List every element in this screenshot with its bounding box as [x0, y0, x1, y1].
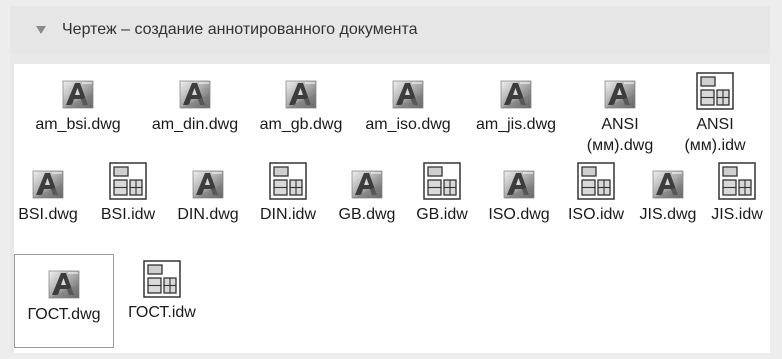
file-item-gb-dwg[interactable]: GB.dwg	[328, 168, 406, 225]
file-item-bsi-idw[interactable]: BSI.idw	[88, 162, 168, 225]
inventor-idw-icon	[718, 162, 756, 200]
file-label: am_jis.dwg	[475, 116, 557, 133]
file-item-am-iso-dwg[interactable]: am_iso.dwg	[354, 78, 462, 135]
file-item-gb-idw[interactable]: GB.idw	[406, 162, 478, 225]
file-item-din-dwg[interactable]: DIN.dwg	[168, 168, 248, 225]
autocad-dwg-icon	[62, 78, 94, 110]
file-label: BSI.dwg	[18, 206, 78, 223]
file-item-bsi-dwg[interactable]: BSI.dwg	[8, 168, 88, 225]
file-label: BSI.idw	[100, 206, 156, 223]
file-item-jis-dwg[interactable]: JIS.dwg	[632, 168, 704, 225]
file-label-line1: ANSI	[601, 116, 639, 133]
inventor-idw-icon	[143, 260, 181, 298]
inventor-idw-icon	[423, 162, 461, 200]
file-label-line1: ANSI	[696, 116, 734, 133]
file-item-am-din-dwg[interactable]: am_din.dwg	[142, 78, 248, 135]
file-item-iso-idw[interactable]: ISO.idw	[560, 162, 632, 225]
file-item-am-bsi-dwg[interactable]: am_bsi.dwg	[14, 78, 142, 135]
file-label-line2: (мм).idw	[684, 137, 746, 154]
file-grid: am_bsi.dwg am_din.dwg am_gb.dwg am_iso.d…	[14, 64, 770, 353]
file-item-ansi-mm-dwg[interactable]: ANSI (мм).dwg	[570, 78, 670, 156]
autocad-dwg-icon	[503, 168, 535, 200]
file-item-din-idw[interactable]: DIN.idw	[248, 162, 328, 225]
file-label: GB.idw	[416, 206, 468, 223]
file-label: am_iso.dwg	[365, 116, 451, 133]
file-item-am-jis-dwg[interactable]: am_jis.dwg	[462, 78, 570, 135]
autocad-dwg-icon	[32, 168, 64, 200]
autocad-dwg-icon	[604, 78, 636, 110]
file-label: ГОСТ.dwg	[27, 306, 101, 323]
inventor-idw-icon	[577, 162, 615, 200]
file-label: GB.dwg	[338, 206, 396, 223]
file-label: am_din.dwg	[151, 116, 239, 133]
file-label: ГОСТ.idw	[128, 304, 196, 321]
file-item-ansi-mm-idw[interactable]: ANSI (мм).idw	[670, 72, 760, 156]
autocad-dwg-icon	[285, 78, 317, 110]
file-item-am-gb-dwg[interactable]: am_gb.dwg	[248, 78, 354, 135]
template-panel: Чертеж – создание аннотированного докуме…	[10, 6, 770, 353]
file-label: am_gb.dwg	[259, 116, 343, 133]
file-label: am_bsi.dwg	[35, 116, 121, 133]
file-label: JIS.idw	[711, 206, 763, 223]
file-label: DIN.idw	[259, 206, 316, 223]
file-item-jis-idw[interactable]: JIS.idw	[704, 162, 770, 225]
file-label-line2: (мм).dwg	[586, 137, 654, 154]
file-label: ISO.idw	[567, 206, 624, 223]
autocad-dwg-icon	[179, 78, 211, 110]
inventor-idw-icon	[269, 162, 307, 200]
file-label: JIS.dwg	[639, 206, 697, 223]
inventor-idw-icon	[109, 162, 147, 200]
collapse-chevron-icon[interactable]	[36, 26, 46, 34]
file-item-iso-dwg[interactable]: ISO.dwg	[478, 168, 560, 225]
autocad-dwg-icon	[652, 168, 684, 200]
autocad-dwg-icon	[500, 78, 532, 110]
file-label: ISO.dwg	[488, 206, 550, 223]
file-item-gost-dwg[interactable]: ГОСТ.dwg	[14, 254, 114, 348]
file-item-gost-idw[interactable]: ГОСТ.idw	[114, 260, 210, 323]
autocad-dwg-icon	[392, 78, 424, 110]
section-title: Чертеж – создание аннотированного докуме…	[62, 21, 418, 38]
section-header[interactable]: Чертеж – создание аннотированного докуме…	[10, 6, 770, 54]
file-label: DIN.dwg	[177, 206, 239, 223]
inventor-idw-icon	[696, 72, 734, 110]
autocad-dwg-icon	[351, 168, 383, 200]
autocad-dwg-icon	[192, 168, 224, 200]
autocad-dwg-icon	[48, 268, 80, 300]
